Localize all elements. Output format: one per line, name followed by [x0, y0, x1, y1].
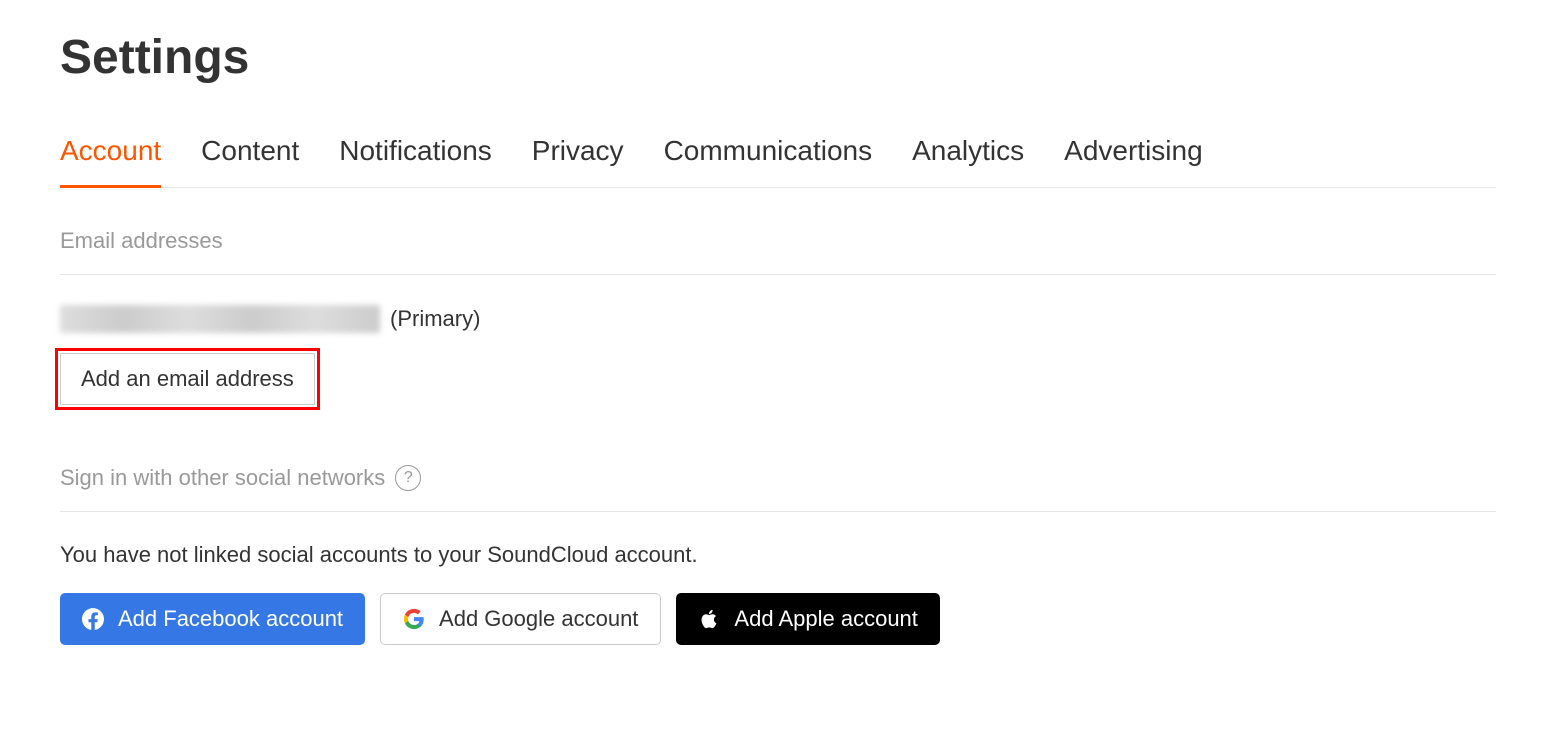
social-message: You have not linked social accounts to y… — [60, 542, 1496, 568]
tab-privacy[interactable]: Privacy — [532, 135, 624, 187]
email-primary-indicator: (Primary) — [390, 306, 480, 332]
tab-advertising[interactable]: Advertising — [1064, 135, 1203, 187]
tab-communications[interactable]: Communications — [664, 135, 873, 187]
social-buttons-row: Add Facebook account Add Google account … — [60, 593, 1496, 645]
email-row: (Primary) — [60, 305, 1496, 333]
facebook-icon — [82, 608, 104, 630]
tab-analytics[interactable]: Analytics — [912, 135, 1024, 187]
google-button-label: Add Google account — [439, 606, 638, 632]
apple-button-label: Add Apple account — [734, 606, 917, 632]
tab-content[interactable]: Content — [201, 135, 299, 187]
help-icon[interactable]: ? — [395, 465, 421, 491]
section-divider — [60, 511, 1496, 512]
social-section-label: Sign in with other social networks ? — [60, 465, 1496, 491]
add-facebook-button[interactable]: Add Facebook account — [60, 593, 365, 645]
facebook-button-label: Add Facebook account — [118, 606, 343, 632]
section-divider — [60, 274, 1496, 275]
add-apple-button[interactable]: Add Apple account — [676, 593, 939, 645]
social-section-label-text: Sign in with other social networks — [60, 465, 385, 491]
page-title: Settings — [60, 30, 1496, 85]
tab-account[interactable]: Account — [60, 135, 161, 188]
add-email-button[interactable]: Add an email address — [60, 353, 315, 405]
apple-icon — [698, 608, 720, 630]
tab-notifications[interactable]: Notifications — [339, 135, 492, 187]
email-section-label: Email addresses — [60, 228, 1496, 254]
email-address-redacted — [60, 305, 380, 333]
add-google-button[interactable]: Add Google account — [380, 593, 661, 645]
tabs-container: Account Content Notifications Privacy Co… — [60, 135, 1496, 188]
google-icon — [403, 608, 425, 630]
